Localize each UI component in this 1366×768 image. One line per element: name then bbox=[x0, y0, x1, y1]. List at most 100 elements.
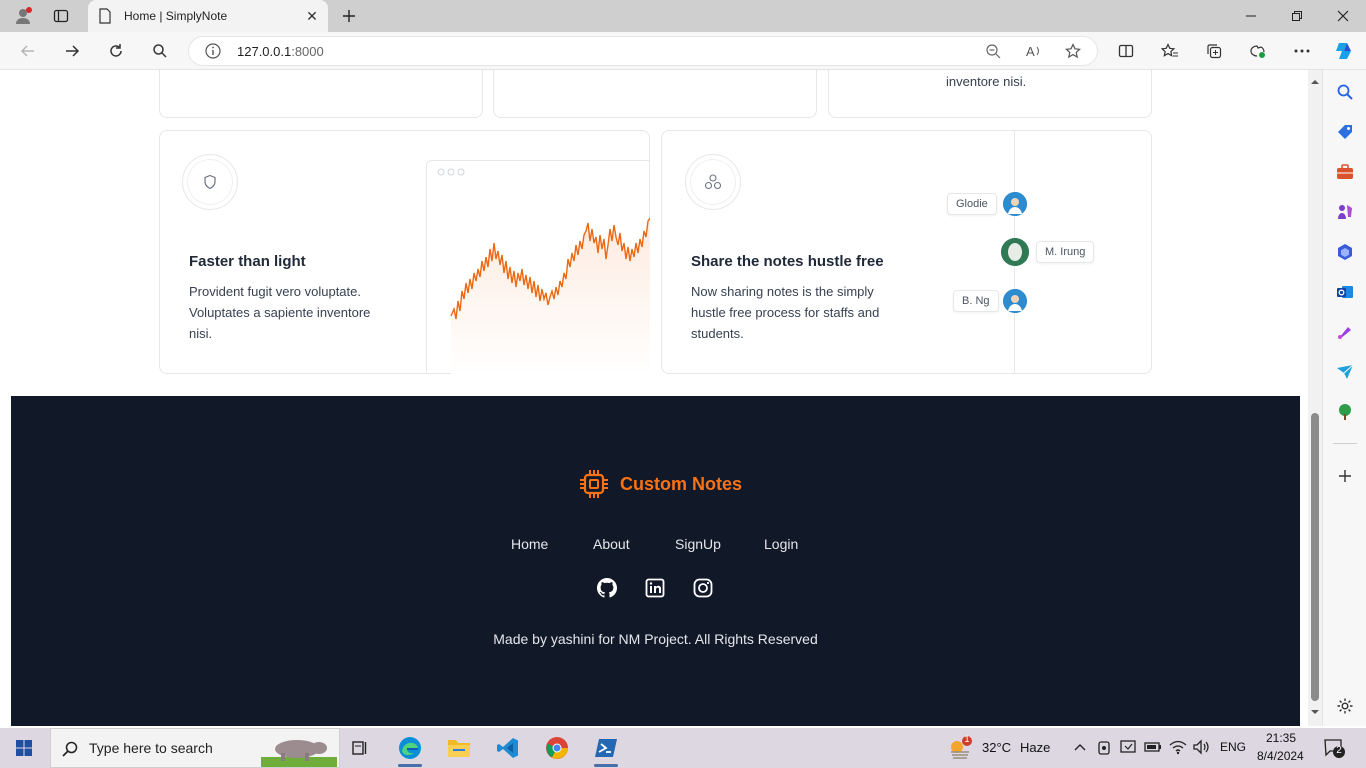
sidebar-games-icon[interactable] bbox=[1335, 202, 1355, 222]
scroll-down-icon[interactable] bbox=[1308, 706, 1322, 718]
favorite-star-icon[interactable] bbox=[1065, 43, 1081, 64]
forward-button[interactable] bbox=[58, 37, 86, 65]
avatar-bng bbox=[1003, 289, 1027, 313]
share-cycle-icon bbox=[685, 154, 741, 210]
taskbar-powershell-icon[interactable] bbox=[584, 732, 628, 767]
sidebar-tools-icon[interactable] bbox=[1335, 162, 1355, 182]
page-viewport: inventore nisi. Faster than light Provid… bbox=[0, 70, 1322, 726]
notifications-count: 2 bbox=[1336, 745, 1342, 756]
sidebar-send-icon[interactable] bbox=[1335, 362, 1355, 382]
person-pill-irung: M. Irung bbox=[1036, 241, 1095, 263]
site-info-icon[interactable] bbox=[205, 43, 221, 64]
instagram-icon[interactable] bbox=[693, 578, 713, 598]
sidebar-outlook-icon[interactable] bbox=[1335, 282, 1355, 302]
browser-toolbar: 127.0.0.1:8000 A bbox=[0, 32, 1366, 70]
linkedin-icon[interactable] bbox=[645, 578, 665, 598]
tray-overflow-icon[interactable] bbox=[1073, 740, 1087, 759]
sidebar-add-icon[interactable] bbox=[1335, 466, 1355, 486]
scroll-up-icon[interactable] bbox=[1308, 76, 1322, 88]
sidebar-shopping-icon[interactable] bbox=[1335, 122, 1355, 142]
tab-title: Home | SimplyNote bbox=[124, 9, 228, 23]
footer-link-signup[interactable]: SignUp bbox=[675, 536, 721, 552]
person-pill-glodie: Glodie bbox=[947, 193, 997, 215]
footer-brand-name: Custom Notes bbox=[620, 473, 743, 494]
url-text: 127.0.0.1:8000 bbox=[237, 44, 324, 59]
notifications-icon[interactable]: 2 bbox=[1324, 738, 1346, 763]
language-indicator[interactable]: ENG bbox=[1220, 740, 1246, 754]
restore-button[interactable] bbox=[1274, 0, 1320, 32]
sidebar-settings-icon[interactable] bbox=[1335, 696, 1355, 716]
collections-icon[interactable] bbox=[1200, 37, 1228, 65]
share-card-title: Share the notes hustle free bbox=[691, 253, 884, 270]
tab-home[interactable]: Home | SimplyNote ✕ bbox=[88, 0, 328, 32]
new-tab-button[interactable] bbox=[326, 0, 372, 32]
feature-card-2 bbox=[493, 70, 817, 118]
speed-chart-line bbox=[450, 217, 650, 374]
taskbar-explorer-icon[interactable] bbox=[437, 732, 481, 764]
feature-card-3: inventore nisi. bbox=[828, 70, 1152, 118]
task-view-icon[interactable] bbox=[338, 732, 382, 764]
more-menu-icon[interactable] bbox=[1288, 37, 1316, 65]
tab-actions-icon[interactable] bbox=[38, 0, 84, 32]
tray-display-icon[interactable] bbox=[1120, 739, 1138, 760]
volume-icon[interactable] bbox=[1192, 739, 1210, 760]
feature-card-3-desc: inventore nisi. bbox=[946, 74, 1027, 89]
sidebar-m365-icon[interactable] bbox=[1335, 242, 1355, 262]
search-highlight-hippo-icon bbox=[261, 740, 337, 767]
taskbar-edge-icon[interactable] bbox=[388, 732, 432, 767]
shield-icon bbox=[182, 154, 238, 210]
speed-card: Faster than light Provident fugit vero v… bbox=[159, 130, 650, 374]
battery-icon[interactable] bbox=[1144, 740, 1162, 759]
weather-badge: 1 bbox=[964, 734, 970, 744]
clock-date[interactable]: 8/4/2024 bbox=[1257, 749, 1304, 763]
search-icon[interactable] bbox=[146, 37, 174, 65]
weather-icon[interactable]: 1 bbox=[948, 734, 972, 765]
copilot-icon[interactable] bbox=[1330, 37, 1358, 65]
taskbar-search-placeholder: Type here to search bbox=[89, 740, 213, 756]
taskbar-vscode-icon[interactable] bbox=[486, 732, 530, 764]
footer-link-login[interactable]: Login bbox=[764, 536, 798, 552]
footer-link-home[interactable]: Home bbox=[511, 536, 548, 552]
sidebar-tree-icon[interactable] bbox=[1335, 402, 1355, 422]
read-aloud-icon[interactable]: A bbox=[1025, 43, 1043, 64]
clock-time[interactable]: 21:35 bbox=[1266, 731, 1296, 745]
footer-copyright: Made by yashini for NM Project. All Righ… bbox=[493, 631, 818, 647]
close-tab-icon[interactable]: ✕ bbox=[304, 8, 320, 24]
refresh-button[interactable] bbox=[102, 37, 130, 65]
page-scrollbar[interactable] bbox=[1308, 70, 1322, 726]
sidebar-search-icon[interactable] bbox=[1335, 82, 1355, 102]
split-screen-icon[interactable] bbox=[1112, 37, 1140, 65]
taskbar-search-icon bbox=[62, 741, 78, 757]
sidebar-designer-icon[interactable] bbox=[1335, 322, 1355, 342]
close-window-button[interactable] bbox=[1320, 0, 1366, 32]
address-bar[interactable]: 127.0.0.1:8000 A bbox=[188, 36, 1098, 66]
footer-link-about[interactable]: About bbox=[593, 536, 630, 552]
avatar-glodie bbox=[1003, 192, 1027, 216]
browser-essentials-icon[interactable] bbox=[1244, 37, 1272, 65]
favorites-icon[interactable] bbox=[1156, 37, 1184, 65]
sidebar-divider bbox=[1333, 443, 1357, 444]
zoom-out-icon[interactable] bbox=[985, 43, 1001, 64]
footer-brand[interactable]: Custom Notes bbox=[578, 468, 742, 500]
speed-card-title: Faster than light bbox=[189, 253, 306, 270]
speed-card-desc: Provident fugit vero voluptate. Voluptat… bbox=[189, 284, 371, 341]
minimize-button[interactable] bbox=[1228, 0, 1274, 32]
speed-chart-window bbox=[426, 160, 650, 374]
browser-titlebar: Home | SimplyNote ✕ bbox=[0, 0, 1366, 32]
page-icon bbox=[98, 8, 112, 29]
person-pill-bng: B. Ng bbox=[953, 290, 999, 312]
wifi-icon[interactable] bbox=[1169, 739, 1187, 760]
weather-text[interactable]: Haze bbox=[1020, 740, 1050, 755]
github-icon[interactable] bbox=[597, 578, 617, 598]
weather-temp[interactable]: 32°C bbox=[982, 740, 1011, 755]
feature-card-1 bbox=[159, 70, 483, 118]
scroll-thumb[interactable] bbox=[1311, 413, 1319, 701]
share-card: Share the notes hustle free Now sharing … bbox=[661, 130, 1152, 374]
back-button[interactable] bbox=[14, 37, 42, 65]
taskbar-chrome-icon[interactable] bbox=[535, 732, 579, 764]
avatar-irung bbox=[1001, 238, 1029, 266]
windows-taskbar: Type here to search 1 32°C Haze ENG 21:3… bbox=[0, 728, 1366, 768]
tray-meet-icon[interactable] bbox=[1097, 740, 1111, 761]
start-button[interactable] bbox=[2, 732, 46, 764]
taskbar-search[interactable]: Type here to search bbox=[50, 728, 340, 768]
